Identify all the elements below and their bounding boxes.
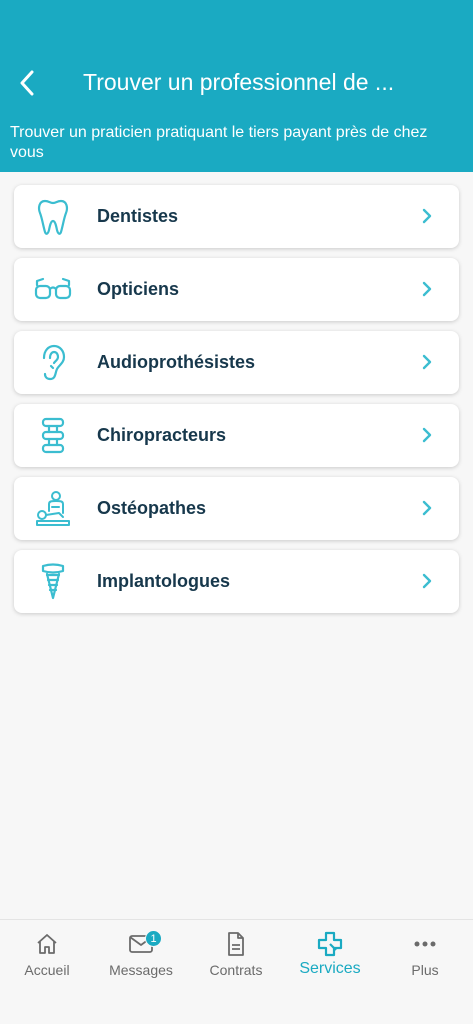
tab-services[interactable]: Services	[283, 930, 377, 990]
list-item-audioprothesistes[interactable]: Audioprothésistes	[14, 331, 459, 394]
tab-label: Plus	[411, 962, 439, 978]
dental-implant-icon	[33, 562, 73, 602]
spine-icon	[33, 416, 73, 456]
more-icon	[414, 941, 436, 947]
unread-badge: 1	[145, 930, 162, 947]
list-item-label: Implantologues	[97, 571, 231, 591]
chevron-right-icon	[422, 427, 432, 443]
list-item-dentistes[interactable]: Dentistes	[14, 185, 459, 248]
tab-label: Services	[299, 960, 361, 977]
chevron-right-icon	[422, 281, 432, 297]
page-subtitle: Trouver un praticien pratiquant le tiers…	[10, 124, 428, 161]
tab-label: Contrats	[209, 962, 263, 978]
medical-cross-icon	[317, 931, 343, 957]
list-item-label: Dentistes	[97, 206, 179, 226]
list-item-implantologues[interactable]: Implantologues	[14, 550, 459, 613]
list-item-opticiens[interactable]: Opticiens	[14, 258, 459, 321]
home-icon	[37, 934, 57, 954]
tab-label: Accueil	[24, 962, 70, 978]
tab-label: Messages	[109, 962, 173, 978]
tab-plus[interactable]: Plus	[378, 930, 472, 990]
chevron-right-icon	[422, 208, 432, 224]
list-item-osteopathes[interactable]: Ostéopathes	[14, 477, 459, 540]
chevron-right-icon	[422, 573, 432, 589]
tab-messages[interactable]: 1 Messages	[94, 930, 188, 990]
list-item-chiropracteurs[interactable]: Chiropracteurs	[14, 404, 459, 467]
list-item-label: Ostéopathes	[97, 498, 207, 518]
back-button[interactable]	[10, 66, 44, 100]
chevron-right-icon	[422, 354, 432, 370]
chevron-right-icon	[422, 500, 432, 516]
bottom-tab-bar: Accueil 1 Messages Contrats Services Plu…	[0, 919, 473, 1024]
tooth-icon	[33, 197, 73, 237]
tab-contrats[interactable]: Contrats	[189, 930, 283, 990]
list-item-label: Audioprothésistes	[97, 352, 256, 372]
list-item-label: Opticiens	[97, 279, 180, 299]
chevron-left-icon	[20, 70, 34, 96]
list-item-label: Chiropracteurs	[97, 425, 227, 445]
ear-icon	[33, 343, 73, 383]
osteopath-icon	[33, 489, 73, 529]
page-title: Trouver un professionnel de ...	[83, 69, 395, 95]
tab-accueil[interactable]: Accueil	[0, 930, 94, 990]
document-icon	[228, 932, 244, 956]
professional-list: Dentistes Opticiens Audioprothésistes Ch…	[14, 185, 459, 623]
glasses-icon	[33, 270, 73, 310]
header-bar: Trouver un professionnel de ... Trouver …	[0, 0, 473, 172]
